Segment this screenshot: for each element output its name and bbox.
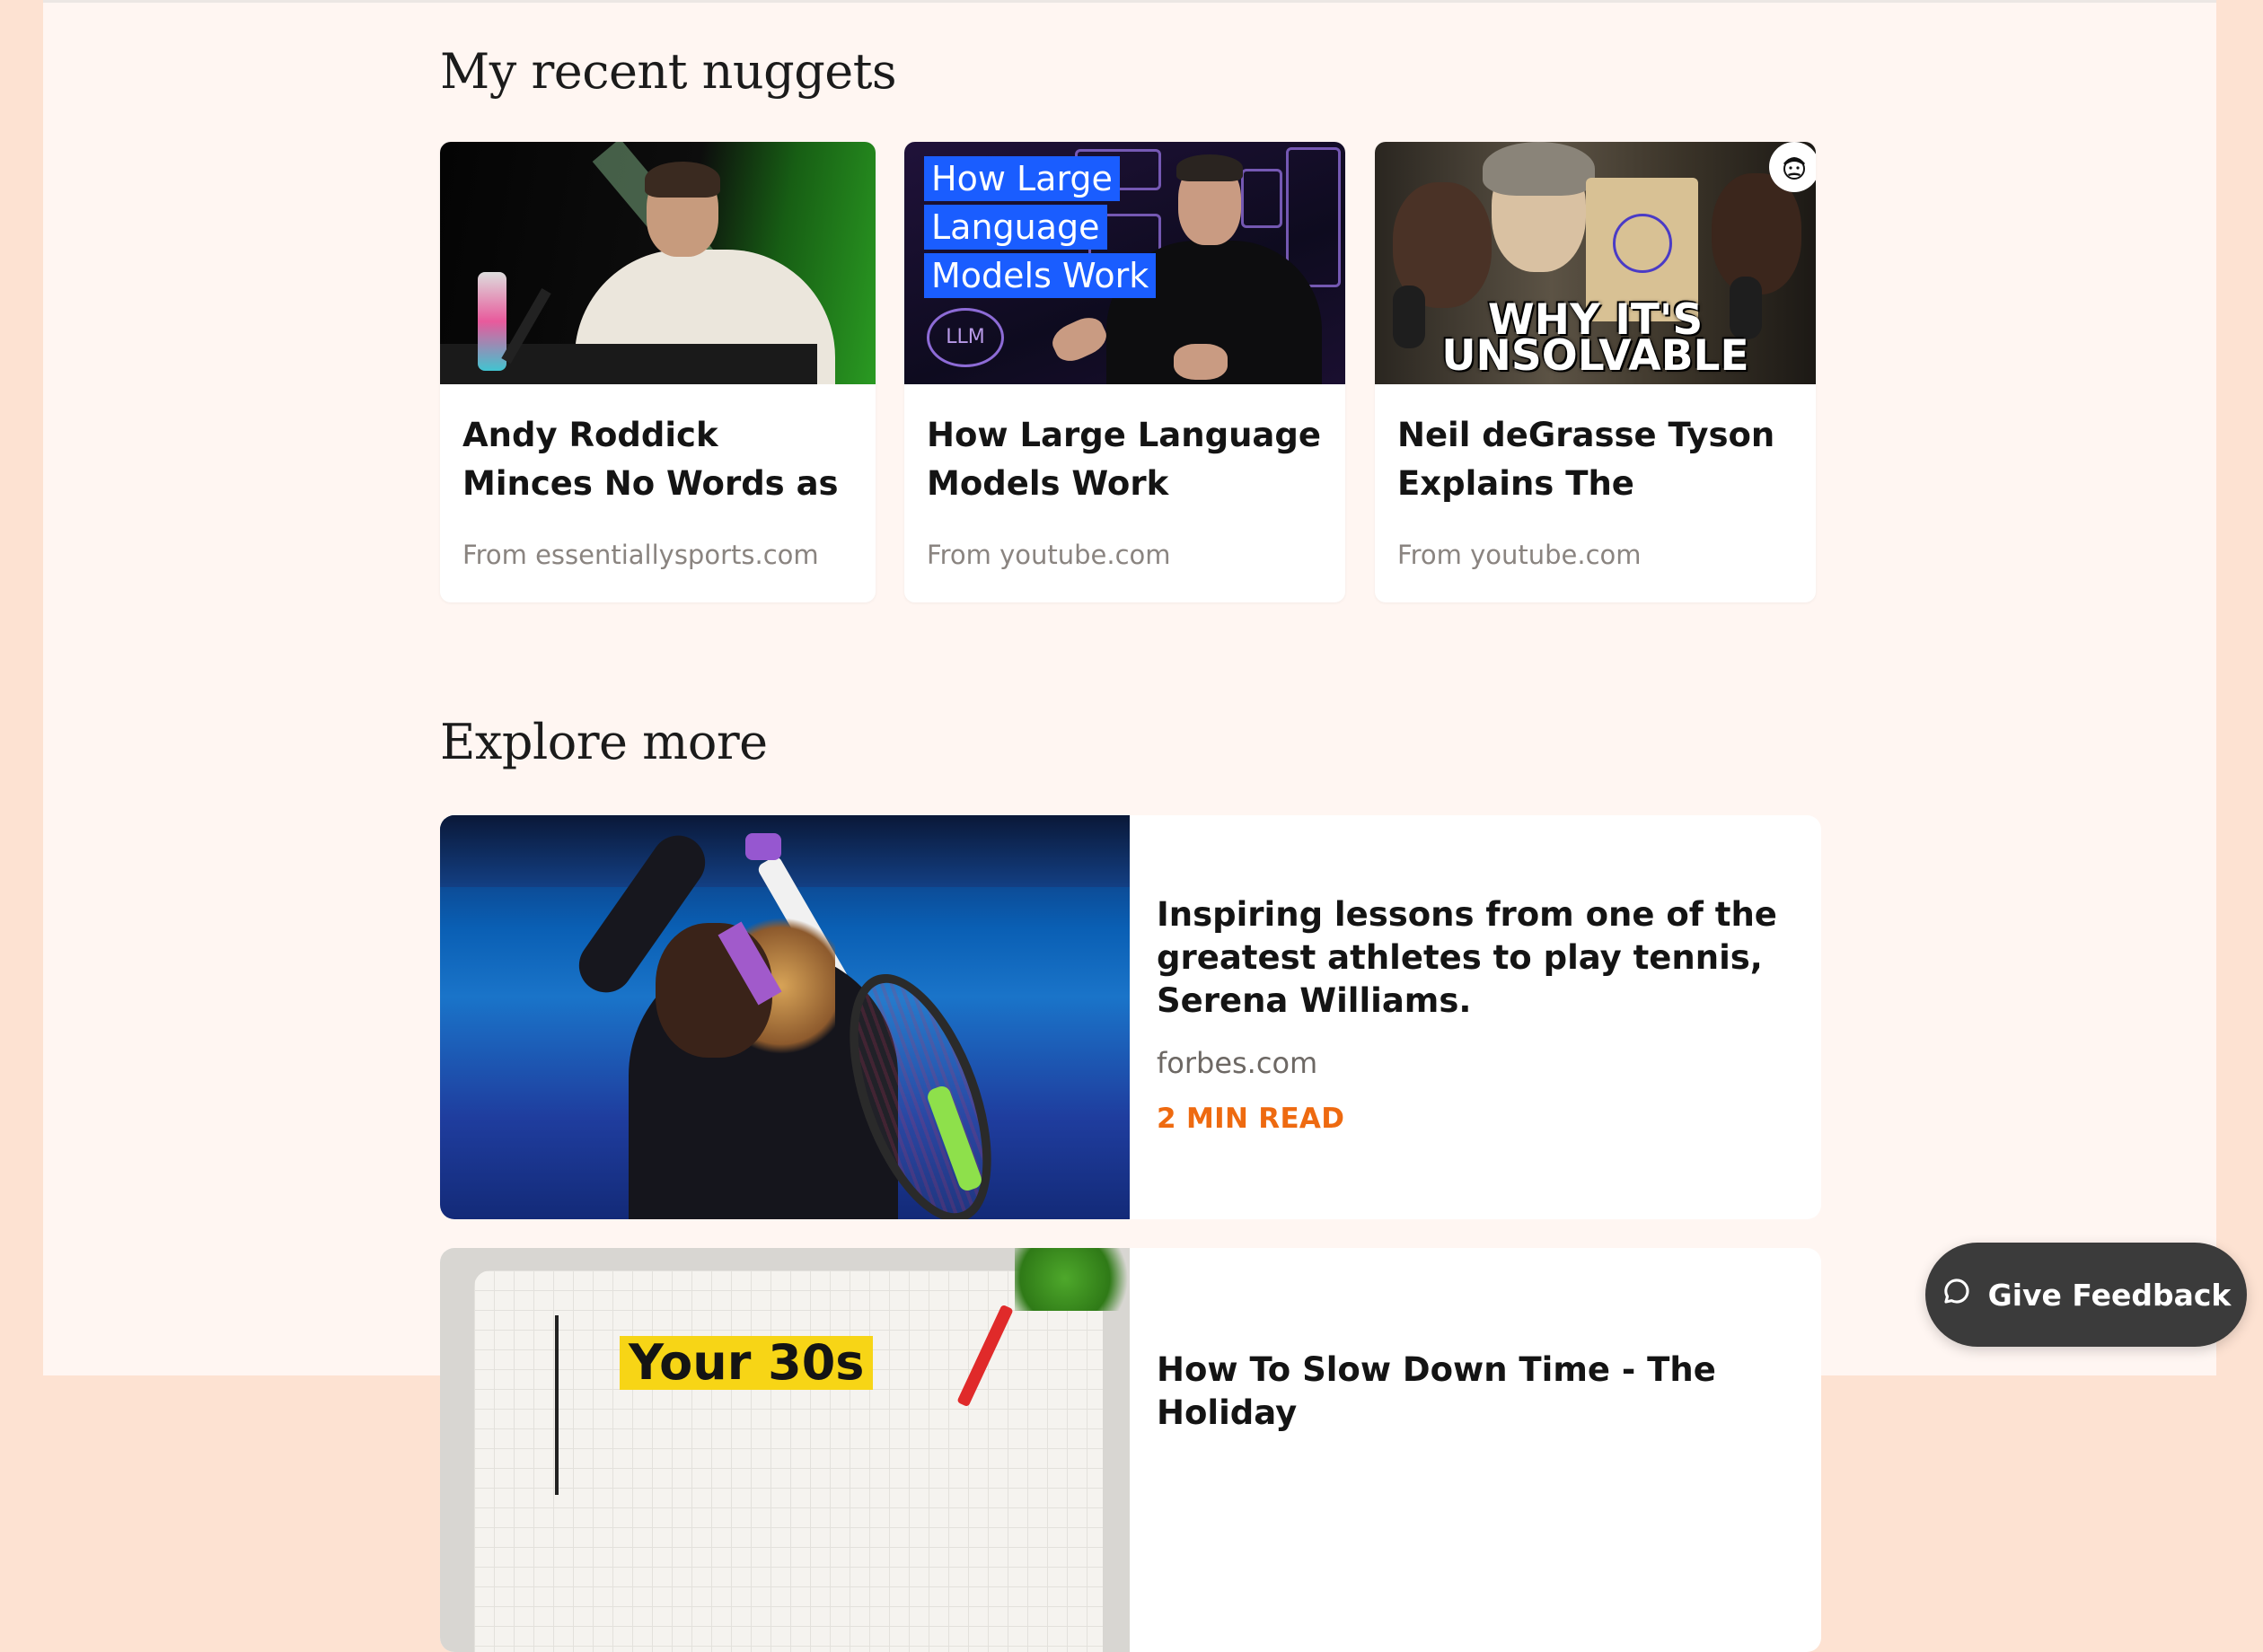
nugget-title: How Large Language Models Work <box>927 416 1321 503</box>
nugget-source: From youtube.com <box>1397 540 1642 570</box>
thumb-caption-line: UNSOLVABLE <box>1441 331 1749 381</box>
give-feedback-button[interactable]: Give Feedback <box>1925 1243 2247 1347</box>
llm-doodle: LLM <box>927 308 1004 367</box>
nugget-card[interactable]: Andy Roddick Minces No Words as He... Fr… <box>440 142 876 602</box>
recent-nuggets-heading: My recent nuggets <box>440 43 897 100</box>
nugget-card[interactable]: WHY IT'S UNSOLVABLE Neil deGrasse Tyson … <box>1375 142 1816 602</box>
thumb-caption-line: How Large <box>924 156 1120 201</box>
explore-more-heading: Explore more <box>440 714 768 770</box>
explore-title: How To Slow Down Time - The Holiday <box>1157 1350 1716 1432</box>
explore-card[interactable]: Inspiring lessons from one of the greate… <box>440 815 1821 1219</box>
nugget-source: From youtube.com <box>927 540 1171 570</box>
thumb-caption: Your 30s <box>620 1336 874 1390</box>
nugget-thumbnail: WHY IT'S UNSOLVABLE <box>1375 142 1816 384</box>
read-time-badge: 2 MIN READ <box>1157 1103 1345 1135</box>
explore-card[interactable]: Your 30s How To Slow Down Time - The Hol… <box>440 1248 1821 1652</box>
page: My recent nuggets Andy Roddick Minces No… <box>43 0 2216 1652</box>
thumb-caption-line: Language <box>924 205 1107 250</box>
nugget-card[interactable]: LLM How Large Language Models Work How L… <box>904 142 1345 602</box>
nugget-source: From essentiallysports.com <box>462 540 819 570</box>
nugget-title: Andy Roddick Minces No Words as He... <box>462 416 839 503</box>
nugget-thumbnail <box>440 142 876 384</box>
give-feedback-label: Give Feedback <box>1987 1277 2232 1313</box>
chat-bubble-icon <box>1942 1276 1972 1314</box>
channel-avatar-icon <box>1769 142 1816 192</box>
explore-source: forbes.com <box>1157 1046 1318 1080</box>
explore-thumbnail <box>440 815 1130 1219</box>
nugget-thumbnail: LLM How Large Language Models Work <box>904 142 1345 384</box>
explore-title: Inspiring lessons from one of the greate… <box>1157 895 1777 1020</box>
thumb-caption-line: Models Work <box>924 253 1157 298</box>
explore-thumbnail: Your 30s <box>440 1248 1130 1652</box>
nugget-title: Neil deGrasse Tyson Explains The Three-.… <box>1397 416 1775 503</box>
recent-nuggets-row: Andy Roddick Minces No Words as He... Fr… <box>440 142 1823 604</box>
